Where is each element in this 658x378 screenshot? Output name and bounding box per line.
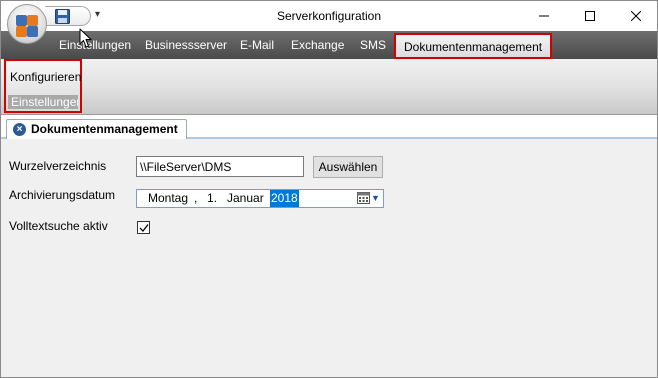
tab-sms[interactable]: SMS bbox=[360, 31, 386, 59]
settings-form: Wurzelverzeichnis Auswählen Archivierung… bbox=[1, 139, 657, 377]
app-orb-icon[interactable] bbox=[7, 4, 47, 44]
orb-square bbox=[27, 26, 38, 37]
fulltext-label: Volltextsuche aktiv bbox=[9, 219, 108, 233]
orb-square bbox=[27, 15, 38, 26]
ribbon-group-einstellungen: Konfigurieren Einstellungen bbox=[4, 59, 82, 113]
select-dir-button[interactable]: Auswählen bbox=[313, 156, 383, 178]
konfigurieren-button[interactable]: Konfigurieren bbox=[10, 70, 81, 84]
document-tab-label: Dokumentenmanagement bbox=[31, 122, 178, 136]
tab-exchange[interactable]: Exchange bbox=[291, 31, 344, 59]
tab-dokumentenmanagement[interactable]: Dokumentenmanagement bbox=[394, 33, 553, 59]
minimize-icon bbox=[539, 15, 549, 17]
date-weekday[interactable]: Montag bbox=[148, 190, 188, 207]
root-dir-label: Wurzelverzeichnis bbox=[9, 159, 107, 173]
document-tab[interactable]: × Dokumentenmanagement bbox=[6, 119, 187, 140]
title-bar: ▾ Serverkonfiguration bbox=[1, 1, 658, 44]
checkmark-icon bbox=[139, 224, 149, 232]
archive-date-picker[interactable]: Montag , 1. Januar 2018 ▼ bbox=[136, 189, 384, 208]
minimize-button[interactable] bbox=[521, 1, 567, 31]
archive-date-label: Archivierungsdatum bbox=[9, 188, 116, 202]
tab-email[interactable]: E-Mail bbox=[240, 31, 274, 59]
close-button[interactable] bbox=[613, 1, 658, 31]
ribbon-panel: Konfigurieren Einstellungen bbox=[1, 59, 657, 115]
calendar-icon[interactable] bbox=[357, 192, 370, 204]
date-day[interactable]: 1. bbox=[207, 190, 217, 207]
close-icon bbox=[631, 11, 641, 21]
root-dir-input[interactable] bbox=[136, 156, 304, 177]
mouse-cursor-icon bbox=[79, 28, 92, 48]
maximize-button[interactable] bbox=[567, 1, 613, 31]
date-separator: , bbox=[194, 191, 198, 205]
ribbon-group-label: Einstellungen bbox=[8, 95, 78, 109]
date-month[interactable]: Januar bbox=[227, 190, 264, 207]
date-year-selected[interactable]: 2018 bbox=[270, 190, 299, 207]
chevron-down-icon[interactable]: ▼ bbox=[371, 190, 380, 207]
ribbon-tab-bar: Einstellungen Businessserver E-Mail Exch… bbox=[1, 31, 657, 59]
fulltext-checkbox[interactable] bbox=[137, 221, 150, 234]
tab-einstellungen[interactable]: Einstellungen bbox=[59, 31, 131, 59]
maximize-icon bbox=[585, 11, 595, 21]
tab-businessserver[interactable]: Businessserver bbox=[145, 31, 227, 59]
orb-square bbox=[16, 26, 27, 37]
server-config-window: ▾ Serverkonfiguration Einstellungen Busi… bbox=[0, 0, 658, 378]
document-tab-strip: × Dokumentenmanagement bbox=[1, 115, 657, 140]
tab-close-icon[interactable]: × bbox=[13, 123, 26, 136]
orb-square bbox=[16, 15, 27, 26]
